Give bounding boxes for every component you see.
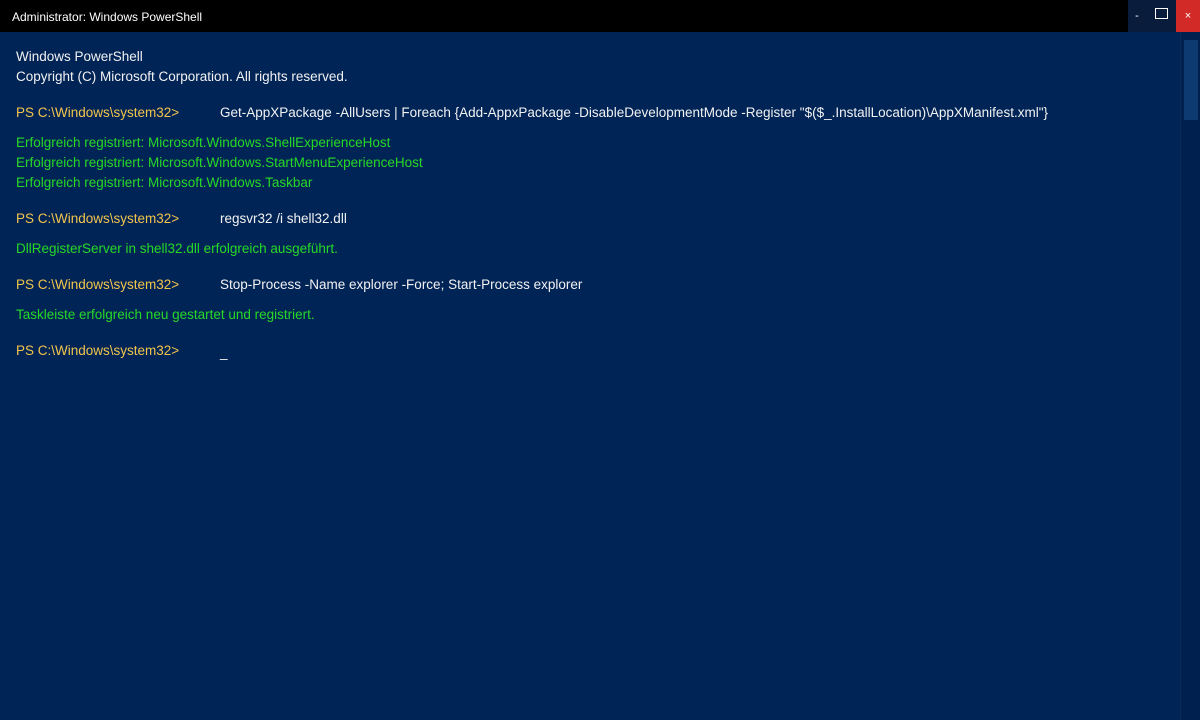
output-line: Erfolgreich registriert: Microsoft.Windo… bbox=[16, 135, 391, 150]
close-icon: × bbox=[1184, 10, 1192, 22]
close-button[interactable]: × bbox=[1176, 0, 1200, 32]
command-text: regsvr32 /i shell32.dll bbox=[220, 211, 347, 226]
input-cursor[interactable]: _ bbox=[220, 343, 228, 363]
output-line: Erfolgreich registriert: Microsoft.Windo… bbox=[16, 175, 313, 190]
minimize-icon: - bbox=[1135, 10, 1139, 22]
scrollbar-thumb[interactable] bbox=[1184, 40, 1198, 120]
maximize-button[interactable] bbox=[1146, 0, 1176, 32]
window-title: Administrator: Windows PowerShell bbox=[12, 10, 203, 24]
prompt-text: PS C:\Windows\system32> bbox=[16, 105, 180, 120]
title-bar[interactable]: Administrator: Windows PowerShell - × bbox=[0, 0, 1200, 32]
command-text: Get-AppXPackage -AllUsers | Foreach {Add… bbox=[220, 105, 1048, 120]
console-output-area[interactable]: Windows PowerShell Copyright (C) Microso… bbox=[0, 32, 1180, 720]
current-prompt: PS C:\Windows\system32> bbox=[16, 343, 180, 358]
prompt-text: PS C:\Windows\system32> bbox=[16, 211, 180, 226]
vertical-scrollbar[interactable] bbox=[1180, 32, 1200, 720]
output-line: DllRegisterServer in shell32.dll erfolgr… bbox=[16, 241, 338, 256]
header-line: Copyright (C) Microsoft Corporation. All… bbox=[16, 69, 348, 84]
powershell-window: Administrator: Windows PowerShell - × Wi… bbox=[0, 0, 1200, 720]
maximize-icon bbox=[1154, 7, 1168, 19]
prompt-text: PS C:\Windows\system32> bbox=[16, 277, 180, 292]
header-line: Windows PowerShell bbox=[16, 49, 143, 64]
minimize-button[interactable]: - bbox=[1128, 0, 1146, 32]
output-line: Erfolgreich registriert: Microsoft.Windo… bbox=[16, 155, 423, 170]
output-line: Taskleiste erfolgreich neu gestartet und… bbox=[16, 307, 315, 322]
command-text: Stop-Process -Name explorer -Force; Star… bbox=[220, 277, 583, 292]
